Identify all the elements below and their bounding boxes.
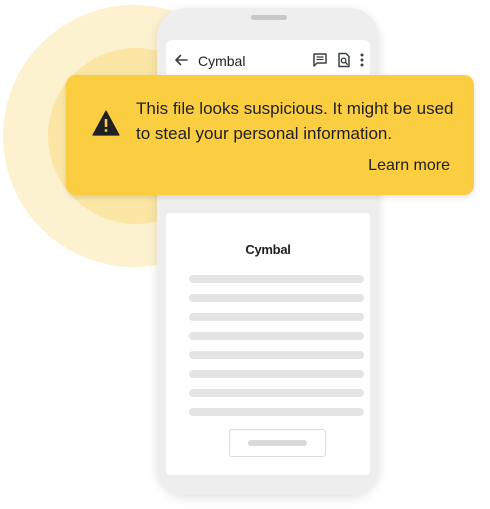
find-in-page-icon[interactable] (336, 52, 352, 68)
placeholder-line (189, 332, 364, 340)
placeholder-line (189, 408, 364, 416)
placeholder-line (189, 275, 364, 283)
placeholder-line (189, 313, 364, 321)
button-placeholder-label (248, 440, 307, 446)
suspicious-file-warning-banner: This file looks suspicious. It might be … (66, 75, 474, 195)
document-brand-logo: Cymbal (245, 242, 291, 257)
comment-icon[interactable] (312, 52, 328, 68)
placeholder-line (189, 389, 364, 397)
placeholder-line (189, 351, 364, 359)
more-vert-icon[interactable] (358, 52, 366, 68)
warning-icon (92, 110, 120, 136)
phone-speaker (251, 15, 287, 20)
warning-message: This file looks suspicious. It might be … (136, 99, 454, 143)
placeholder-line (189, 370, 364, 378)
document-placeholder-button[interactable] (229, 429, 326, 457)
app-title: Cymbal (198, 53, 246, 69)
document-preview: Cymbal (166, 213, 370, 475)
app-bar: Cymbal (166, 46, 370, 76)
learn-more-link[interactable]: Learn more (368, 157, 450, 175)
placeholder-line (189, 294, 364, 302)
back-arrow-icon[interactable] (173, 52, 189, 68)
